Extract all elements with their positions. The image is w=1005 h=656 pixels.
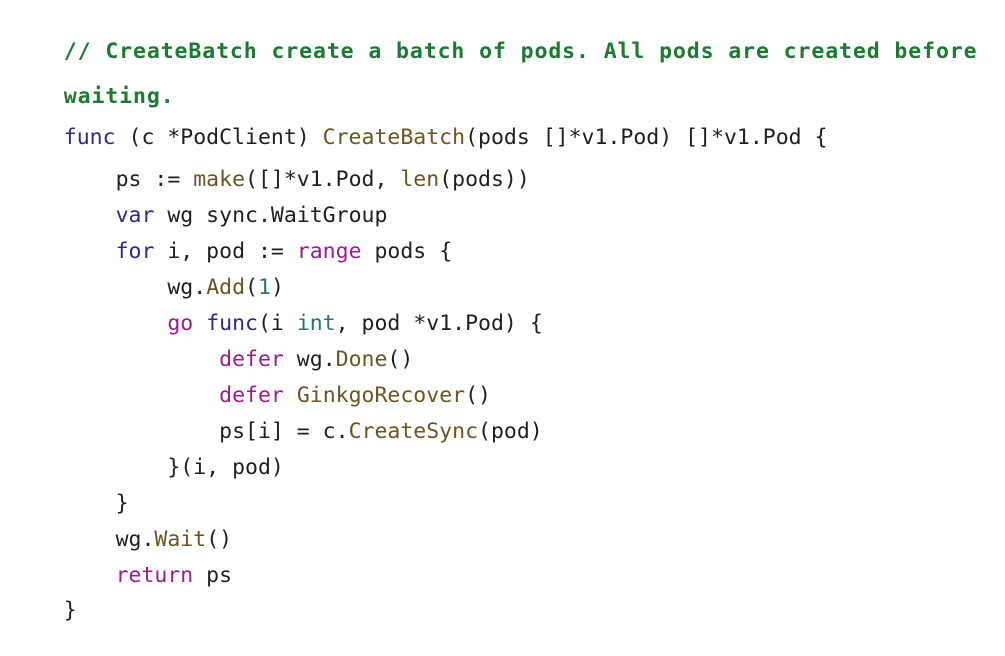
keyword-return: return xyxy=(115,563,194,588)
code-line-close-for: } xyxy=(12,459,129,516)
len-args: (pods)) xyxy=(439,167,530,192)
builtin-len: len xyxy=(400,167,440,192)
code-line-wg-add: wg.Add(1) xyxy=(12,243,284,300)
close-call: }(i, pod) xyxy=(167,455,284,480)
code-line-comment-1: // CreateBatch create a batch of pods. A… xyxy=(12,7,978,64)
code-line-wg-wait: wg.Wait() xyxy=(12,495,233,552)
code-line-return: return ps xyxy=(12,531,233,588)
code-line-defer-recover: defer GinkgoRecover() xyxy=(12,351,491,408)
code-line-comment-2: waiting. xyxy=(12,52,175,109)
code-line-var-wg: var wg sync.WaitGroup xyxy=(12,171,388,228)
loop-target: pods { xyxy=(361,239,453,264)
code-line-defer-done: defer wg.Done() xyxy=(12,315,413,372)
code-line-go-func: go func(i int, pod *v1.Pod) { xyxy=(12,279,542,336)
code-line-for-range: for i, pod := range pods { xyxy=(12,207,453,264)
return-value: ps xyxy=(193,563,233,588)
method-create-sync: CreateSync xyxy=(348,419,479,444)
code-view: // CreateBatch create a batch of pods. A… xyxy=(0,0,1005,623)
keyword-range: range xyxy=(296,239,362,264)
code-line-func-signature: func (c *PodClient) CreateBatch(pods []*… xyxy=(12,93,828,150)
code-line-ps-make: ps := make([]*v1.Pod, len(pods)) xyxy=(12,135,530,192)
close-brace: } xyxy=(63,598,77,623)
code-line-close-func: } xyxy=(12,566,77,623)
comment-text: // CreateBatch create a batch of pods. A… xyxy=(63,39,978,64)
code-line-close-call: }(i, pod) xyxy=(12,423,284,480)
call-args: (pod) xyxy=(478,419,543,444)
code-line-ps-assign: ps[i] = c.CreateSync(pod) xyxy=(12,387,543,444)
